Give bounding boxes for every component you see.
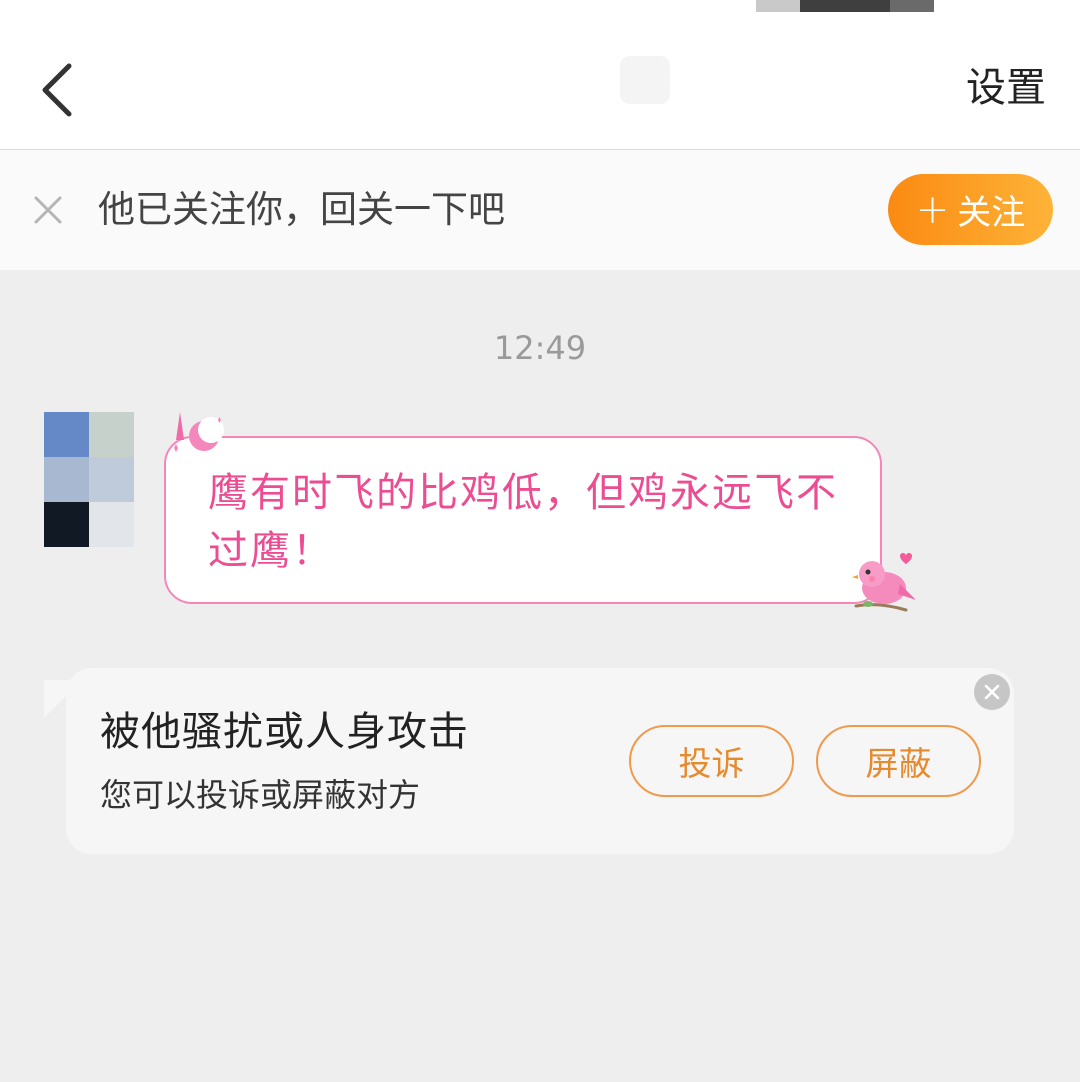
settings-button[interactable]: 设置 <box>966 60 1046 116</box>
report-card-subtitle: 您可以投诉或屏蔽对方 <box>100 776 421 814</box>
report-card-close-button[interactable] <box>974 674 1010 710</box>
chevron-left-icon <box>42 63 72 117</box>
close-icon <box>34 196 62 224</box>
plus-icon: + <box>915 186 950 233</box>
follow-banner-message: 他已关注你，回关一下吧 <box>98 188 505 231</box>
follow-back-button[interactable]: + 关注 <box>888 174 1053 245</box>
top-bar: 设置 <box>0 0 1080 150</box>
report-card-title: 被他骚扰或人身攻击 <box>100 709 469 755</box>
message-text: 鹰有时飞的比鸡低，但鸡永远飞不过鹰！ <box>208 470 838 574</box>
message-timestamp: 12:49 <box>493 329 587 367</box>
complain-button[interactable]: 投诉 <box>629 725 794 797</box>
chat-title-placeholder <box>620 56 670 104</box>
follow-banner-close-button[interactable] <box>28 190 68 230</box>
block-button[interactable]: 屏蔽 <box>816 725 981 797</box>
status-strip <box>756 0 956 14</box>
moon-decoration-icon <box>174 412 224 452</box>
bird-decoration-icon <box>852 553 916 612</box>
follow-button-label: 关注 <box>957 193 1026 233</box>
avatar[interactable] <box>44 412 134 547</box>
close-circle-icon <box>984 684 1000 700</box>
back-button[interactable] <box>22 50 92 130</box>
